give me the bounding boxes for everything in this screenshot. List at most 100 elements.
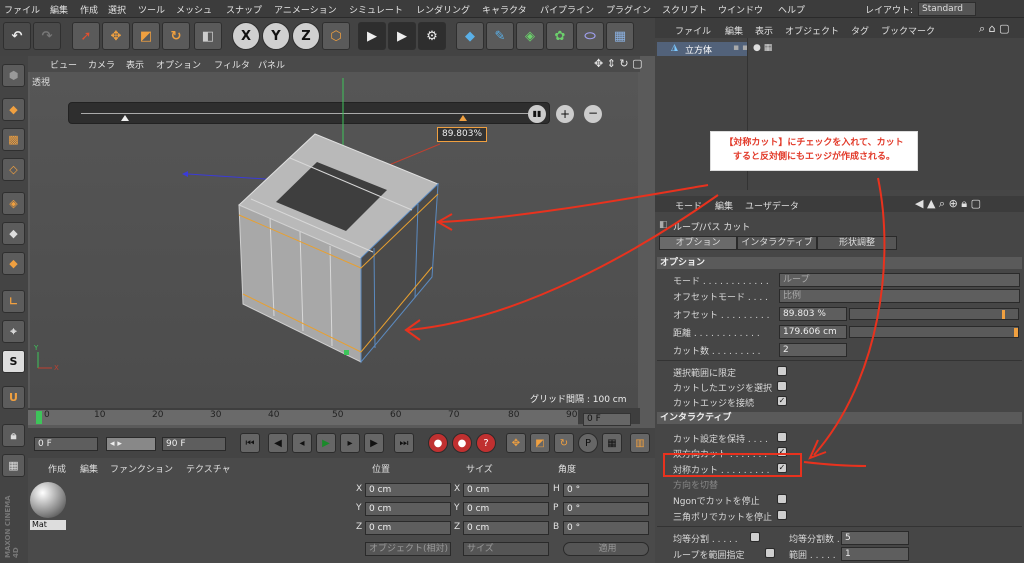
- menu-create[interactable]: 作成: [80, 3, 98, 16]
- distance-field[interactable]: 179.606 cm: [779, 325, 847, 339]
- stop-ngon-checkbox[interactable]: [777, 494, 787, 504]
- vp-menu-options[interactable]: オプション: [156, 58, 201, 71]
- coord-size-z[interactable]: 0 cm: [463, 521, 549, 535]
- go-to-end-icon[interactable]: ⏭: [394, 433, 414, 453]
- subdivision-icon[interactable]: ◈: [516, 22, 544, 50]
- scale-icon[interactable]: ◩: [132, 22, 160, 50]
- lock-workplane-icon[interactable]: 🔒︎: [2, 424, 25, 447]
- even-split-count-field[interactable]: 5: [841, 531, 909, 545]
- obj-menu-view[interactable]: 表示: [755, 24, 773, 37]
- obj-menu-bookmark[interactable]: ブックマーク: [881, 24, 935, 37]
- menu-window[interactable]: ウインドウ: [718, 3, 763, 16]
- coord-size-y[interactable]: 0 cm: [463, 502, 549, 516]
- render-picture-viewer-icon[interactable]: ▶: [388, 22, 416, 50]
- offset-slider[interactable]: [849, 308, 1019, 320]
- key-pla-icon[interactable]: ▦: [602, 433, 622, 453]
- end-frame-field[interactable]: 90 F: [162, 437, 226, 451]
- vp-menu-camera[interactable]: カメラ: [88, 58, 115, 71]
- go-to-start-icon[interactable]: ⏮: [240, 433, 260, 453]
- attr-menu-mode[interactable]: モード: [675, 199, 702, 212]
- z-axis-button[interactable]: Z: [292, 22, 320, 50]
- attr-menu-userdata[interactable]: ユーザデータ: [745, 199, 799, 212]
- material-name[interactable]: Mat: [30, 520, 66, 530]
- mat-menu-edit[interactable]: 編集: [80, 462, 98, 475]
- obj-menu-tag[interactable]: タグ: [851, 24, 869, 37]
- vp-menu-display[interactable]: 表示: [126, 58, 144, 71]
- cut-count-field[interactable]: 2: [779, 343, 847, 357]
- y-axis-button[interactable]: Y: [262, 22, 290, 50]
- coord-rot-h[interactable]: 0 °: [563, 483, 649, 497]
- vp-menu-panel[interactable]: パネル: [258, 58, 285, 71]
- workplane-icon[interactable]: ◇: [2, 158, 25, 181]
- deformer-icon[interactable]: ⬭: [576, 22, 604, 50]
- tweak-mode-icon[interactable]: ⌖: [2, 320, 25, 343]
- material-preview[interactable]: [30, 482, 66, 518]
- menu-script[interactable]: スクリプト: [662, 3, 707, 16]
- coord-rot-p[interactable]: 0 °: [563, 502, 649, 516]
- current-frame-field[interactable]: 0 F: [583, 413, 631, 426]
- tags-icon[interactable]: ● ▦: [753, 43, 772, 53]
- vp-menu-view[interactable]: ビュー: [50, 58, 77, 71]
- prev-key-icon[interactable]: ◀: [268, 433, 288, 453]
- pen-spline-icon[interactable]: ✎: [486, 22, 514, 50]
- section-interactive[interactable]: インタラクティブ: [657, 412, 1022, 424]
- frame-range-slider[interactable]: ◂ ▸: [106, 437, 156, 451]
- mat-menu-texture[interactable]: テクスチャ: [186, 462, 231, 475]
- points-mode-icon[interactable]: ◈: [2, 192, 25, 215]
- stop-triangle-checkbox[interactable]: [777, 510, 787, 520]
- key-parameter-icon[interactable]: P: [578, 433, 598, 453]
- model-mode-icon[interactable]: ◆: [2, 98, 25, 121]
- menu-pipeline[interactable]: パイプライン: [540, 3, 594, 16]
- next-frame-icon[interactable]: ▸: [340, 433, 360, 453]
- offset-mode-dropdown[interactable]: 比例: [779, 289, 1020, 303]
- magnet-icon[interactable]: U: [2, 386, 25, 409]
- start-frame-field[interactable]: 0 F: [34, 437, 98, 451]
- prev-frame-icon[interactable]: ◂: [292, 433, 312, 453]
- menu-file[interactable]: ファイル: [4, 3, 40, 16]
- object-mode-icon[interactable]: ◧: [194, 22, 222, 50]
- limit-selection-checkbox[interactable]: [777, 366, 787, 376]
- obj-menu-file[interactable]: ファイル: [675, 24, 711, 37]
- grid-workplane-icon[interactable]: ▦: [2, 454, 25, 477]
- mat-menu-function[interactable]: ファンクション: [110, 462, 173, 475]
- loop-range-checkbox[interactable]: [765, 548, 775, 558]
- undo-icon[interactable]: ↶: [3, 22, 31, 50]
- floor-icon[interactable]: ▦: [606, 22, 634, 50]
- range-field[interactable]: 1: [841, 547, 909, 561]
- coord-pos-z[interactable]: 0 cm: [365, 521, 451, 535]
- axis-mode-icon[interactable]: ∟: [2, 290, 25, 313]
- menu-animation[interactable]: アニメーション: [274, 3, 337, 16]
- coord-pos-y[interactable]: 0 cm: [365, 502, 451, 516]
- keyframe-selection-icon[interactable]: ?: [476, 433, 496, 453]
- rotate-icon[interactable]: ↻: [162, 22, 190, 50]
- coord-mode-dropdown[interactable]: オブジェクト(相対): [365, 542, 451, 556]
- play-icon[interactable]: ▶: [316, 433, 336, 453]
- autokey-icon[interactable]: ●: [452, 433, 472, 453]
- next-key-icon[interactable]: ▶: [364, 433, 384, 453]
- redo-icon[interactable]: ↷: [33, 22, 61, 50]
- offset-field[interactable]: 89.803 %: [779, 307, 847, 321]
- coordinate-system-icon[interactable]: ⬡: [322, 22, 350, 50]
- obj-search-icon[interactable]: ⌕ ⌂ ▢: [979, 22, 1010, 36]
- tab-options[interactable]: オプション: [659, 236, 737, 250]
- coord-size-mode-dropdown[interactable]: サイズ: [463, 542, 549, 556]
- menu-snap[interactable]: スナップ: [226, 3, 262, 16]
- vp-menu-filter[interactable]: フィルタ: [214, 58, 250, 71]
- key-scale-icon[interactable]: ◩: [530, 433, 550, 453]
- x-axis-button[interactable]: X: [232, 22, 260, 50]
- coord-pos-x[interactable]: 0 cm: [365, 483, 451, 497]
- make-editable-icon[interactable]: ⬢: [2, 64, 25, 87]
- object-name[interactable]: 立方体: [685, 43, 712, 56]
- menu-render[interactable]: レンダリング: [416, 3, 470, 16]
- edges-mode-icon[interactable]: ◆: [2, 222, 25, 245]
- menu-tools[interactable]: ツール: [138, 3, 165, 16]
- obj-menu-object[interactable]: オブジェクト: [785, 24, 839, 37]
- mat-menu-create[interactable]: 作成: [48, 462, 66, 475]
- tab-shape[interactable]: 形状調整: [817, 236, 897, 250]
- render-view-icon[interactable]: ▶: [358, 22, 386, 50]
- menu-help[interactable]: ヘルプ: [778, 3, 805, 16]
- timeline-window-icon[interactable]: ▥: [630, 433, 650, 453]
- move-icon[interactable]: ✥: [102, 22, 130, 50]
- playhead[interactable]: [36, 411, 42, 424]
- cloner-icon[interactable]: ✿: [546, 22, 574, 50]
